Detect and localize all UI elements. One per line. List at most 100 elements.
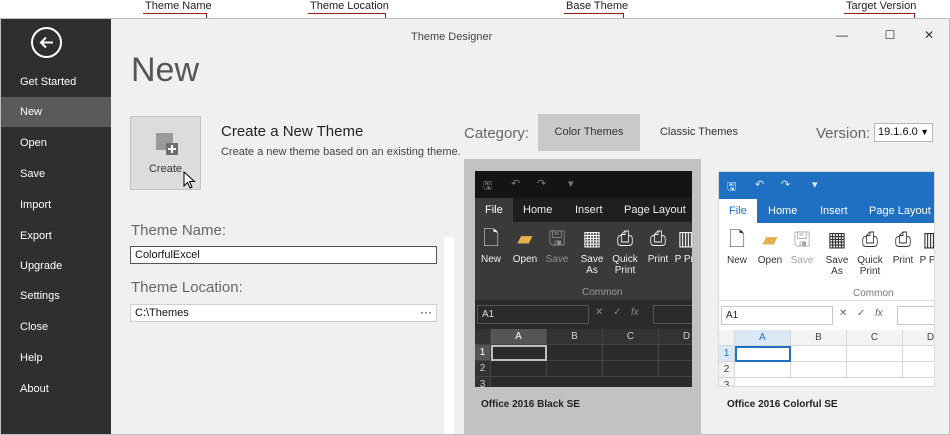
sidebar-item-about[interactable]: About — [1, 374, 111, 404]
ribbon-save: 🖫 Save — [786, 227, 818, 266]
printer-icon: ⎙ — [617, 228, 633, 250]
theme-location-input[interactable]: C:\Themes ··· — [130, 304, 437, 322]
sidebar-item-import[interactable]: Import — [1, 190, 111, 220]
sidebar-item-new[interactable]: New — [1, 97, 111, 127]
backstage-sidebar: Get Started New Open Save Import Export … — [1, 19, 111, 434]
spreadsheet-grid: A B C D 1 2 3 — [719, 330, 934, 386]
column-header: A — [735, 330, 791, 346]
formula-input — [897, 306, 934, 325]
ribbon-group-common: Common — [853, 288, 894, 299]
grid-corner — [719, 330, 735, 346]
annotation-target-version-underline — [844, 13, 915, 14]
print-preview-icon: ▥ — [677, 228, 692, 250]
browse-button[interactable]: ··· — [420, 304, 432, 320]
save-icon: 🖫 — [548, 228, 566, 250]
ribbon-tab-page-layout: Page Layout — [869, 205, 931, 217]
active-cell — [491, 345, 547, 361]
theme-card-label: Office 2016 Colorful SE — [727, 399, 838, 410]
redo-icon: ↷ — [781, 179, 791, 191]
grid-cell — [791, 362, 847, 378]
ribbon-save-as: ▦ Save As — [576, 226, 608, 276]
sidebar-item-export[interactable]: Export — [1, 221, 111, 251]
row-header: 3 — [719, 378, 735, 386]
enter-icon: ✓ — [613, 307, 622, 318]
ribbon-print-preview: ▥P Pre — [671, 226, 692, 265]
ribbon-save-as: ▦ Save As — [821, 227, 853, 277]
redo-icon: ↷ — [537, 178, 547, 190]
sidebar-item-save[interactable]: Save — [1, 159, 111, 189]
theme-location-value: C:\Themes — [135, 307, 189, 319]
theme-designer-window: Get Started New Open Save Import Export … — [0, 18, 950, 435]
formula-bar: A1 ✕ ✓ fx — [475, 305, 692, 325]
theme-card-office-2016-black-se[interactable]: 🖫 ↶ ↷ ▾ File Home Insert Page Layout 🗋 Ne… — [464, 159, 701, 435]
panel-divider — [444, 237, 454, 434]
tab-classic-themes[interactable]: Classic Themes — [651, 114, 747, 151]
theme-preview-colorful: 🖫 ↶ ↷ ▾ File Home Insert Page Layout 🗋 Ne… — [718, 171, 935, 387]
column-header: D — [659, 329, 692, 345]
grid-cell — [791, 346, 847, 362]
ribbon-open: ▰ Open — [509, 226, 541, 265]
row-header: 1 — [719, 346, 735, 362]
sidebar-item-upgrade[interactable]: Upgrade — [1, 251, 111, 281]
tab-color-themes[interactable]: Color Themes — [538, 114, 640, 151]
ribbon: 🗋 New ▰ Open 🖫 Save ▦ Save As ⎙ Quick Print ⎙… — [475, 222, 692, 300]
open-folder-icon: ▰ — [517, 228, 533, 250]
grid-cell — [603, 361, 659, 377]
print-preview-icon: ▥ — [916, 227, 934, 255]
grid-cell — [659, 345, 692, 361]
column-header: C — [603, 329, 659, 345]
theme-card-label: Office 2016 Black SE — [481, 399, 580, 410]
ribbon-quick-print: ⎙ Quick Print — [854, 227, 886, 277]
ribbon: 🗋 New ▰ Open 🖫 Save ▦ Save As ⎙ Quick Print ⎙… — [719, 223, 934, 301]
row-header: 2 — [719, 362, 735, 378]
grid-cell — [547, 345, 603, 361]
theme-name-input[interactable]: ColorfulExcel — [130, 246, 437, 264]
version-dropdown[interactable]: 19.1.6.0 ▼ — [874, 123, 933, 142]
close-button[interactable]: ✕ — [914, 25, 944, 45]
sidebar-item-open[interactable]: Open — [1, 128, 111, 158]
row-header: 3 — [475, 377, 491, 387]
name-box: A1 — [721, 306, 833, 325]
row-header: 1 — [475, 345, 491, 361]
save-as-icon: ▦ — [582, 228, 602, 250]
ribbon-tab-insert: Insert — [820, 205, 848, 217]
theme-card-office-2016-colorful-se[interactable]: 🖫 ↶ ↷ ▾ File Home Insert Page Layout 🗋 Ne… — [714, 159, 950, 435]
formula-input — [653, 305, 692, 324]
theme-location-label: Theme Location: — [131, 279, 243, 296]
create-button[interactable]: Create — [130, 116, 201, 190]
page-title: New — [131, 51, 200, 89]
ribbon-tab-insert: Insert — [575, 204, 603, 216]
sidebar-item-settings[interactable]: Settings — [1, 281, 111, 311]
quick-access-toolbar: 🖫 ↶ ↷ ▾ — [475, 171, 692, 198]
chevron-down-icon: ▼ — [920, 127, 929, 137]
maximize-button[interactable]: ☐ — [875, 25, 905, 45]
grid-cell — [547, 361, 603, 377]
undo-icon: ↶ — [755, 179, 765, 191]
category-label: Category: — [464, 125, 530, 142]
function-icon: fx — [875, 308, 883, 319]
sidebar-item-get-started[interactable]: Get Started — [1, 67, 111, 97]
annotation-base-theme: Base Theme — [566, 0, 629, 12]
ribbon-save: 🖫 Save — [541, 226, 573, 265]
annotation-theme-name-underline — [143, 13, 207, 14]
grid-cell — [735, 362, 791, 378]
ribbon-tab-home: Home — [768, 205, 798, 217]
annotation-theme-location-underline — [308, 13, 386, 14]
window-title: Theme Designer — [411, 31, 493, 43]
column-header: C — [847, 330, 903, 346]
theme-preview-black: 🖫 ↶ ↷ ▾ File Home Insert Page Layout 🗋 Ne… — [475, 171, 692, 387]
sidebar-item-help[interactable]: Help — [1, 343, 111, 373]
sidebar-item-close[interactable]: Close — [1, 312, 111, 342]
ribbon-open: ▰ Open — [754, 227, 786, 266]
mouse-cursor-icon — [183, 171, 196, 189]
column-header: D — [903, 330, 934, 346]
minimize-button[interactable]: — — [827, 25, 857, 45]
back-button[interactable] — [31, 27, 62, 58]
ribbon-tabs: File Home Insert Page Layout — [475, 198, 692, 222]
ribbon-print: ⎙ Print — [887, 227, 919, 266]
grid-cell — [903, 346, 934, 362]
customize-icon: ▾ — [568, 178, 574, 190]
printer-icon: ⎙ — [862, 229, 878, 251]
annotation-theme-name: Theme Name — [145, 0, 212, 12]
save-icon: 🖫 — [483, 180, 493, 192]
